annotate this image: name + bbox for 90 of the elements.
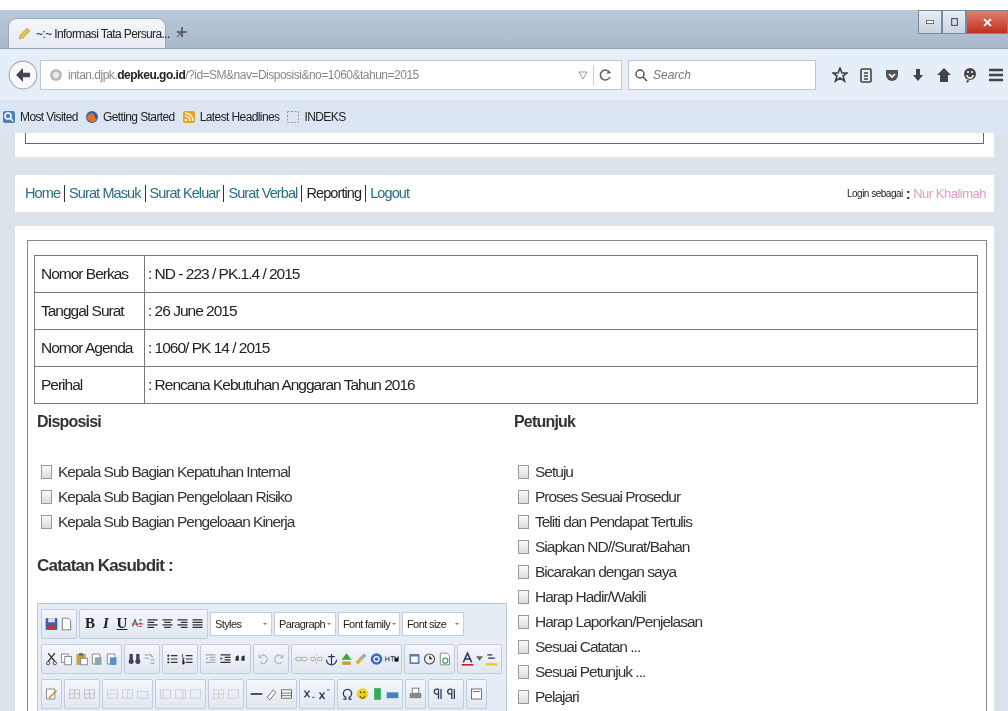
caret-icon — [476, 656, 483, 661]
scissors-icon[interactable] — [44, 650, 59, 667]
checkbox[interactable] — [41, 514, 52, 529]
search-icon — [634, 67, 648, 82]
chat-icon[interactable] — [962, 66, 978, 83]
dropdown[interactable]: Paragraph — [274, 611, 336, 636]
user-name: Nur Khalimah — [913, 186, 986, 201]
format-button[interactable]: I — [98, 615, 114, 632]
colon-separator: : — [905, 185, 911, 202]
field-value: : ND - 223 / PK.1.4 / 2015 — [144, 255, 978, 293]
nav-link[interactable]: Surat Verbal — [223, 185, 302, 202]
bookmark-item[interactable]: INDEKS — [286, 109, 346, 124]
dropdown[interactable]: Font family — [338, 611, 400, 636]
checkbox[interactable] — [518, 639, 529, 654]
page-icon — [286, 109, 301, 124]
field-value: : Rencana Kebutuhan Anggaran Tahun 2016 — [144, 366, 978, 404]
checkbox-label: Kepala Sub Bagian Pengelolaan Risiko — [58, 487, 292, 506]
checkbox[interactable] — [518, 689, 529, 704]
close-icon — [982, 17, 992, 27]
smiley-icon[interactable] — [355, 685, 370, 702]
field-label: Nomor Berkas — [34, 255, 145, 293]
section-heading: Petunjuk — [514, 412, 577, 432]
menu-icon[interactable] — [988, 66, 1004, 83]
restore-icon — [950, 18, 958, 26]
checkbox-label: Harap Laporkan/Penjelasan — [535, 612, 703, 631]
checkbox-label: Teliti dan Pendapat Tertulis — [535, 512, 692, 531]
bookmark-item[interactable]: Getting Started — [84, 109, 175, 124]
restore-button[interactable] — [942, 10, 966, 34]
format-button[interactable]: B — [82, 615, 98, 632]
nav-link[interactable]: Surat Masuk — [64, 185, 145, 202]
checkbox-label: Siapkan ND//Surat/Bahan — [535, 537, 690, 556]
checkbox[interactable] — [518, 564, 529, 579]
close-button[interactable] — [966, 10, 1008, 34]
clock-icon[interactable] — [422, 650, 437, 667]
text-color-icon[interactable] — [460, 650, 475, 667]
nav-link[interactable]: Surat Keluar — [144, 185, 224, 202]
checkbox[interactable] — [518, 664, 529, 679]
dropdown[interactable]: Styles — [210, 611, 272, 636]
checkbox-label: Kepala Sub Bagian Kepatuhan Internal — [58, 462, 291, 481]
feed-icon — [181, 109, 196, 124]
minimize-icon — [926, 20, 934, 24]
checkbox[interactable] — [518, 514, 529, 529]
checkbox-label: Setuju — [535, 462, 573, 481]
bookmark-item[interactable]: Most Visited — [2, 109, 78, 124]
pencil-icon — [17, 26, 31, 41]
format-button[interactable]: U — [114, 615, 130, 632]
checkbox-label: Kepala Sub Bagian Pengeloaan Kinerja — [58, 512, 295, 531]
checkbox-label: Proses Sesuai Prosedur — [535, 487, 681, 506]
nav-link[interactable]: Logout — [365, 185, 414, 202]
globe-icon — [49, 67, 63, 82]
globe-icon — [84, 109, 99, 124]
field-label: Nomor Agenda — [34, 329, 145, 367]
field-label: Perihal — [34, 366, 145, 404]
download-icon[interactable] — [910, 66, 926, 83]
magnifier-icon — [2, 109, 16, 124]
field-label: Tanggal Surat — [34, 292, 145, 330]
search-field[interactable]: Search — [628, 59, 816, 90]
help-icon[interactable] — [369, 650, 384, 667]
minimize-button[interactable] — [918, 10, 942, 34]
nav-link[interactable]: Home — [25, 185, 65, 202]
checkbox-label: Pelajari — [535, 687, 579, 706]
checkbox[interactable] — [41, 489, 52, 504]
address-bar[interactable]: intan.djpk.depkeu.go.id/?id=SM&nav=Disposisi&no=1060&tahun=2015 — [40, 59, 622, 90]
checkbox-label: Sesuai Petunjuk ... — [535, 662, 646, 681]
section-heading: Disposisi — [37, 412, 102, 432]
save-icon[interactable] — [44, 615, 59, 632]
edit-icon[interactable] — [44, 685, 59, 702]
star-icon[interactable] — [832, 66, 848, 83]
reload-icon[interactable] — [599, 67, 613, 82]
checkbox[interactable] — [518, 614, 529, 629]
dropdown-icon[interactable] — [578, 69, 588, 80]
dropdown[interactable]: Font size — [402, 611, 464, 636]
home-icon[interactable] — [936, 66, 952, 83]
back-button[interactable] — [8, 59, 38, 90]
checkbox[interactable] — [518, 539, 529, 554]
checkbox[interactable] — [41, 464, 52, 479]
field-value: : 26 June 2015 — [144, 292, 978, 330]
checkbox-label: Harap Hadir/Wakili — [535, 587, 646, 606]
nav-link[interactable]: Reporting — [301, 185, 366, 202]
document-icon[interactable] — [59, 615, 74, 632]
checkbox-label: Sesuai Catatan ... — [535, 637, 641, 656]
section-heading: Catatan Kasubdit : — [37, 555, 174, 577]
checkbox[interactable] — [518, 489, 529, 504]
checkbox-label: Bicarakan dengan saya — [535, 562, 676, 581]
checkbox[interactable] — [518, 589, 529, 604]
bookmark-item[interactable]: Latest Headlines — [181, 109, 280, 124]
preview-icon[interactable] — [437, 650, 452, 667]
checkbox[interactable] — [518, 464, 529, 479]
field-value: : 1060/ PK 14 / 2015 — [144, 329, 978, 367]
login-label: Login sebagai — [846, 188, 903, 199]
